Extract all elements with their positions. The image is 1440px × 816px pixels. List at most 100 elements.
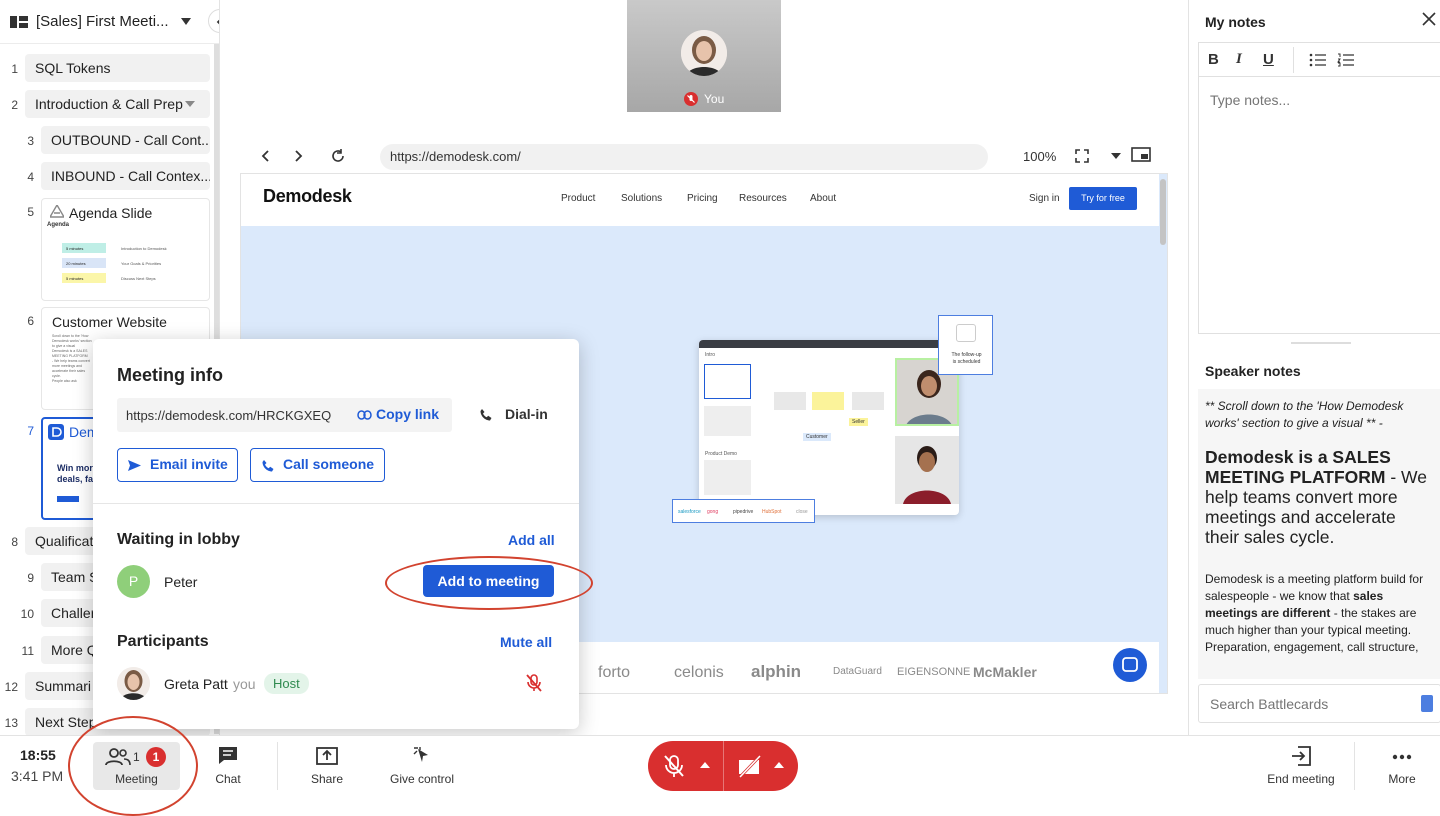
mic-off-button[interactable] xyxy=(660,752,688,780)
link-icon xyxy=(357,410,372,420)
agenda-item-agenda-slide[interactable]: Agenda Slide Agenda 5 minutes Introducti… xyxy=(41,198,210,301)
italic-button[interactable]: I xyxy=(1236,51,1242,68)
crm-logo: HubSpot xyxy=(762,509,782,515)
muted-mic-icon[interactable] xyxy=(525,673,543,693)
battlecard-search[interactable] xyxy=(1198,684,1440,723)
mockup-slide xyxy=(704,364,751,399)
website-signin-link[interactable]: Sign in xyxy=(1029,193,1060,204)
mic-off-icon xyxy=(664,755,684,777)
zoom-level[interactable]: 100% xyxy=(1023,149,1056,164)
give-control-button[interactable]: Give control xyxy=(381,736,463,796)
share-label: Share xyxy=(310,772,344,786)
website-scrollbar[interactable] xyxy=(1160,179,1166,245)
thumb-time-chip: 20 minutes xyxy=(62,258,106,268)
call-someone-button[interactable]: Call someone xyxy=(250,448,385,482)
website-try-button[interactable]: Try for free xyxy=(1069,187,1137,210)
collapse-sidebar-button[interactable] xyxy=(208,9,219,33)
mockup-titlebar xyxy=(699,340,959,348)
lobby-title: Waiting in lobby xyxy=(117,531,240,548)
close-icon[interactable] xyxy=(1422,12,1436,26)
copy-link-label: Copy link xyxy=(376,406,440,422)
website-nav-product[interactable]: Product xyxy=(561,193,595,204)
followup-text: The follow-up xyxy=(951,352,982,358)
agenda-number: 8 xyxy=(11,535,18,549)
followup-text: is scheduled xyxy=(952,359,981,365)
agenda-number: 13 xyxy=(4,716,18,730)
caret-down-icon[interactable] xyxy=(181,18,191,25)
fullscreen-icon[interactable] xyxy=(1074,148,1090,164)
share-screen-icon xyxy=(316,746,338,766)
lobby-avatar: P xyxy=(117,565,150,598)
speaker-notes-content: ** Scroll down to the 'How Demodesk work… xyxy=(1198,389,1440,679)
participant-avatar xyxy=(117,667,150,700)
host-badge: Host xyxy=(264,673,309,694)
mic-options-caret-icon[interactable] xyxy=(700,762,710,768)
agenda-item-label: Customer Website xyxy=(52,314,167,330)
participant-you-label: you xyxy=(233,676,256,692)
agenda-item-label: Agenda Slide xyxy=(69,205,153,221)
caret-down-icon[interactable] xyxy=(185,101,195,107)
chevron-left-icon xyxy=(216,19,219,25)
customer-logo: celonis xyxy=(674,664,724,681)
customer-logo: McMakler xyxy=(973,664,1037,680)
caret-down-icon[interactable] xyxy=(1111,153,1121,159)
agenda-item-introduction[interactable]: Introduction & Call Prep xyxy=(25,90,210,118)
more-dots-icon xyxy=(1392,754,1412,760)
battlecard-search-input[interactable] xyxy=(1199,685,1414,722)
thumb-line: deals, fas xyxy=(57,474,99,484)
website-nav-resources[interactable]: Resources xyxy=(739,193,787,204)
website-logo[interactable]: Demodesk xyxy=(263,186,352,207)
resize-handle[interactable] xyxy=(1291,342,1351,344)
bullet-list-icon[interactable] xyxy=(1309,53,1327,67)
picture-in-picture-icon[interactable] xyxy=(1131,147,1151,163)
camera-options-caret-icon[interactable] xyxy=(774,762,784,768)
agenda-item-outbound[interactable]: OUTBOUND - Call Cont... xyxy=(41,126,210,154)
annotation-circle xyxy=(68,716,198,816)
speaker-notes-title: Speaker notes xyxy=(1205,363,1301,379)
phone-icon xyxy=(480,409,492,421)
battlecard-icon xyxy=(1421,695,1433,712)
customer-logo: forto xyxy=(598,664,631,681)
cursor-control-icon xyxy=(412,746,432,766)
agenda-item-sql-tokens[interactable]: SQL Tokens xyxy=(25,54,210,82)
chat-button[interactable]: Chat xyxy=(197,736,259,796)
clock: 3:41 PM xyxy=(11,768,64,784)
reload-icon[interactable] xyxy=(330,148,346,164)
exit-icon xyxy=(1291,746,1311,766)
website-nav-about[interactable]: About xyxy=(810,193,836,204)
website-nav-pricing[interactable]: Pricing xyxy=(687,193,718,204)
chat-widget-button[interactable] xyxy=(1113,648,1147,682)
speaker-note-headline: Demodesk is a SALES MEETING PLATFORM - W… xyxy=(1205,447,1427,547)
bold-button[interactable]: B xyxy=(1208,51,1219,68)
divider xyxy=(1354,742,1355,790)
more-button[interactable]: More xyxy=(1372,736,1432,796)
email-invite-button[interactable]: Email invite xyxy=(117,448,238,482)
lobby-person-name: Peter xyxy=(164,574,198,590)
more-label: More xyxy=(1388,772,1416,786)
email-invite-label: Email invite xyxy=(150,456,228,472)
speaker-note-paragraph: Demodesk is a meeting platform build for… xyxy=(1205,572,1424,654)
call-someone-label: Call someone xyxy=(283,456,375,472)
thumb-time-chip: 5 minutes xyxy=(62,273,106,283)
meeting-link[interactable]: https://demodesk.com/HRCKGXEQ xyxy=(126,408,331,423)
thumb-row-text: Discuss Next Steps xyxy=(121,276,156,281)
meeting-template-title[interactable]: [Sales] First Meeti... xyxy=(36,13,169,30)
share-button[interactable]: Share xyxy=(296,736,358,796)
notes-editor: B I U xyxy=(1198,42,1440,334)
crm-logo: close xyxy=(796,509,808,515)
meeting-info-popup: Meeting info https://demodesk.com/HRCKGX… xyxy=(93,339,579,729)
numbered-list-icon[interactable] xyxy=(1337,53,1355,67)
underline-button[interactable]: U xyxy=(1263,51,1274,68)
end-meeting-button[interactable]: End meeting xyxy=(1258,736,1344,796)
notes-textarea[interactable] xyxy=(1199,78,1440,333)
url-bar[interactable]: https://demodesk.com/ xyxy=(380,144,988,170)
website-nav: Demodesk Product Solutions Pricing Resou… xyxy=(241,174,1159,226)
camera-off-button[interactable] xyxy=(736,752,764,780)
back-arrow-icon[interactable] xyxy=(258,148,274,164)
agenda-item-inbound[interactable]: INBOUND - Call Contex... xyxy=(41,162,210,190)
agenda-number: 12 xyxy=(4,680,18,694)
website-nav-solutions[interactable]: Solutions xyxy=(621,193,662,204)
mute-all-button[interactable]: Mute all xyxy=(500,634,552,650)
add-all-button[interactable]: Add all xyxy=(508,532,555,548)
forward-arrow-icon[interactable] xyxy=(290,148,306,164)
